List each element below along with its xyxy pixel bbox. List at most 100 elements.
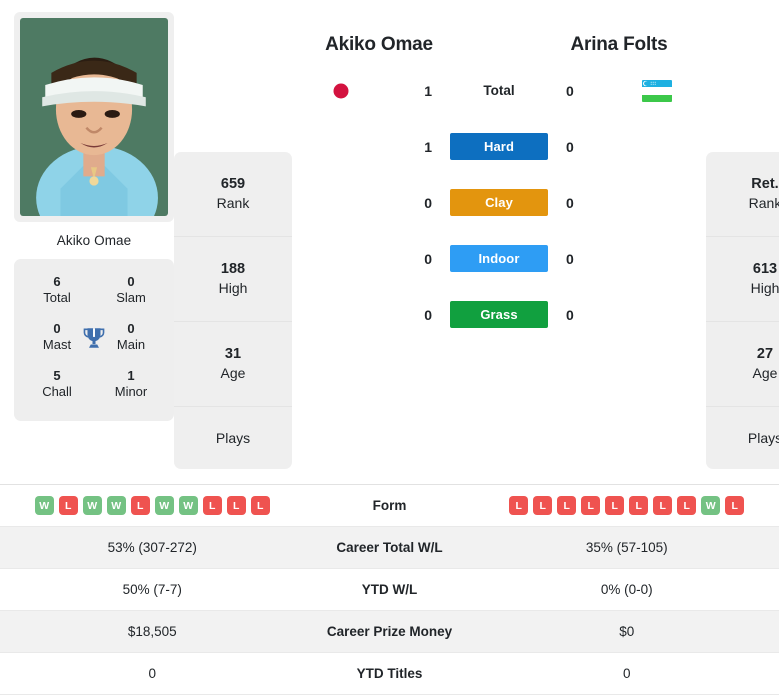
surface-row-grass: 0 Grass 0 — [292, 287, 706, 343]
form-badge-loss: L — [226, 496, 246, 515]
right-indoor-score: 0 — [566, 250, 574, 267]
comparison-stats-table: WLWWLWWLLL Form LLLLLLLLWL 53% (307-272)… — [0, 484, 779, 695]
surface-pill-grass[interactable]: Grass — [450, 301, 548, 329]
right-high-value: 613 — [752, 261, 778, 278]
form-badge-loss: L — [130, 496, 150, 515]
left-player-column: Akiko Omae 6 Total 0 Slam 0 Mast 0 Main … — [14, 12, 174, 421]
right-player-name[interactable]: Arina Folts — [534, 34, 704, 57]
left-career-total-wl: 53% (307-272) — [107, 540, 197, 555]
right-age-value: 27 — [756, 346, 774, 363]
left-ytd-wl: 50% (7-7) — [122, 582, 182, 597]
surface-rows: 1 Total 0 1 Hard 0 0 Clay 0 0 Indoor 0 0… — [292, 63, 706, 343]
right-high-row: 613 High — [706, 237, 779, 322]
table-row-ytd-wl: 50% (7-7) YTD W/L 0% (0-0) — [0, 569, 779, 611]
surface-pill-hard[interactable]: Hard — [450, 133, 548, 161]
form-badge-loss: L — [557, 496, 577, 515]
right-rank-row: Ret. Rank — [706, 152, 779, 237]
left-rank-value: 659 — [220, 176, 246, 193]
left-flag-container — [292, 79, 390, 103]
left-plays-label: Plays — [215, 430, 251, 446]
left-titles-minor-value: 1 — [127, 368, 135, 384]
surface-pill-clay[interactable]: Clay — [450, 189, 548, 217]
table-row-career-total-wl: 53% (307-272) Career Total W/L 35% (57-1… — [0, 527, 779, 569]
left-high-row: 188 High — [174, 237, 292, 322]
form-badge-loss: L — [533, 496, 553, 515]
left-titles-grid: 6 Total 0 Slam 0 Mast 0 Main 5 Chall 1 M… — [20, 267, 168, 409]
surface-label-total: Total — [483, 83, 515, 99]
left-player-name-caption: Akiko Omae — [56, 233, 132, 248]
table-label-career-prize-money: Career Prize Money — [326, 624, 453, 639]
left-titles-main-value: 0 — [127, 321, 135, 337]
right-clay-score: 0 — [566, 194, 574, 211]
left-player-stats-card: 659 Rank 188 High 31 Age Plays — [174, 152, 292, 469]
left-hard-score: 1 — [424, 138, 432, 155]
right-form-cell: LLLLLLLLWL — [475, 496, 779, 515]
table-label-career-total-wl: Career Total W/L — [336, 540, 443, 555]
left-ytd-titles: 0 — [148, 666, 156, 681]
left-player-name[interactable]: Akiko Omae — [294, 34, 464, 57]
form-badge-loss: L — [653, 496, 673, 515]
right-grass-score: 0 — [566, 306, 574, 323]
left-rank-label: Rank — [216, 194, 250, 211]
table-label-form: Form — [372, 498, 407, 513]
form-badge-win: W — [154, 496, 174, 515]
left-career-prize-money: $18,505 — [127, 624, 177, 639]
left-grass-score: 0 — [424, 306, 432, 323]
left-player-titles-card: 6 Total 0 Slam 0 Mast 0 Main 5 Chall 1 M… — [14, 259, 174, 421]
right-hard-score: 0 — [566, 138, 574, 155]
form-badge-win: W — [106, 496, 126, 515]
right-player-stats-card: Ret. Rank 613 High 27 Age Plays — [706, 152, 779, 469]
form-badge-win: W — [82, 496, 102, 515]
left-high-label: High — [218, 279, 248, 296]
left-titles-slam: 0 Slam — [94, 267, 168, 314]
left-titles-slam-value: 0 — [127, 274, 135, 289]
surface-row-indoor: 0 Indoor 0 — [292, 231, 706, 287]
left-titles-chall: 5 Chall — [20, 361, 94, 408]
form-badge-loss: L — [725, 496, 745, 515]
right-ytd-titles: 0 — [622, 666, 631, 681]
right-plays-label: Plays — [747, 430, 779, 446]
right-rank-value: Ret. — [751, 176, 779, 193]
left-titles-main-label: Main — [116, 337, 146, 353]
left-titles-chall-label: Chall — [42, 384, 72, 400]
player-comparison-page: Akiko Omae 6 Total 0 Slam 0 Mast 0 Main … — [0, 0, 779, 699]
right-form-badges: LLLLLLLLWL — [509, 496, 745, 515]
surface-pill-indoor[interactable]: Indoor — [450, 245, 548, 273]
left-form-cell: WLWWLWWLLL — [0, 496, 305, 515]
surface-row-total: 1 Total 0 — [292, 63, 706, 119]
left-age-value: 31 — [224, 346, 242, 363]
japan-flag — [333, 83, 349, 99]
left-age-label: Age — [220, 364, 246, 381]
left-high-value: 188 — [220, 261, 246, 278]
right-rank-label: Rank — [748, 194, 779, 211]
left-clay-score: 0 — [424, 194, 432, 211]
surface-row-clay: 0 Clay 0 — [292, 175, 706, 231]
left-player-photo — [20, 18, 168, 216]
form-badge-loss: L — [629, 496, 649, 515]
right-total-score: 0 — [566, 82, 574, 99]
table-row-ytd-titles: 0 YTD Titles 0 — [0, 653, 779, 695]
left-age-row: 31 Age — [174, 322, 292, 407]
left-rank-row: 659 Rank — [174, 152, 292, 237]
table-row-form: WLWWLWWLLL Form LLLLLLLLWL — [0, 485, 779, 527]
uzbekistan-flag — [642, 79, 672, 102]
left-titles-minor: 1 Minor — [94, 361, 168, 408]
surface-row-hard: 1 Hard 0 — [292, 119, 706, 175]
left-titles-minor-label: Minor — [114, 384, 148, 400]
form-badge-loss: L — [605, 496, 625, 515]
right-flag-container — [608, 79, 706, 102]
table-label-ytd-titles: YTD Titles — [356, 666, 423, 681]
left-player-photo-card[interactable] — [14, 12, 174, 222]
table-label-ytd-wl: YTD W/L — [361, 582, 418, 597]
comparison-header: Akiko Omae 6 Total 0 Slam 0 Mast 0 Main … — [0, 0, 779, 478]
left-titles-mast: 0 Mast — [20, 314, 94, 361]
right-career-prize-money: $0 — [619, 624, 635, 639]
left-titles-total-value: 6 — [53, 274, 61, 289]
left-plays-row: Plays — [174, 407, 292, 469]
left-titles-mast-value: 0 — [53, 321, 61, 337]
left-titles-main: 0 Main — [94, 314, 168, 361]
right-plays-row: Plays — [706, 407, 779, 469]
form-badge-loss: L — [250, 496, 270, 515]
right-high-label: High — [750, 279, 779, 296]
right-age-row: 27 Age — [706, 322, 779, 407]
